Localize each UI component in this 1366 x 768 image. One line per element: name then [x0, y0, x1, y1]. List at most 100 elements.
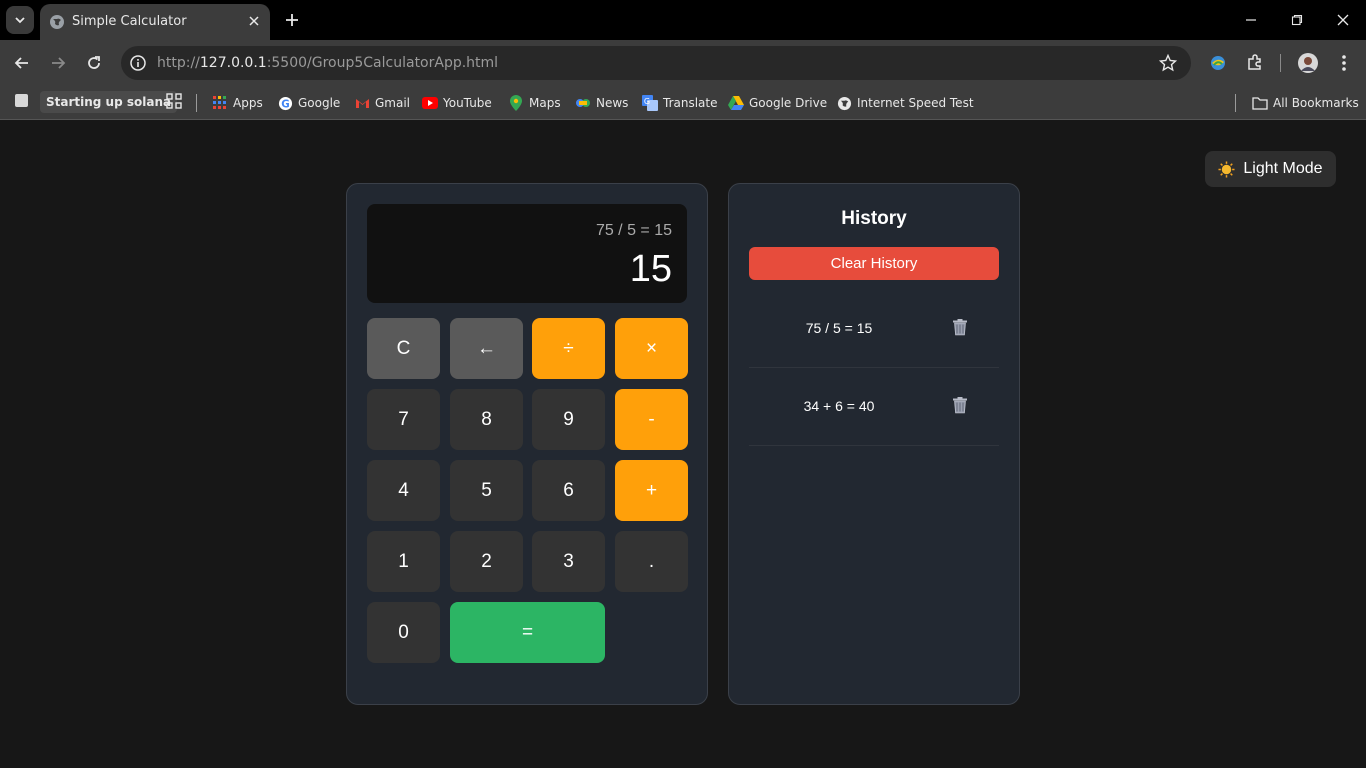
divide-button[interactable]: ÷ [532, 318, 605, 379]
digit-7-button[interactable]: 7 [367, 389, 440, 450]
bookmark-label: Translate [663, 96, 718, 110]
info-icon[interactable] [129, 54, 147, 72]
add-button[interactable]: + [615, 460, 688, 521]
more-vertical-icon [1342, 55, 1346, 71]
google-drive-icon [728, 95, 744, 111]
close-icon [1337, 14, 1349, 26]
bookmark-google[interactable]: G Google [277, 92, 340, 114]
new-tab-button[interactable] [283, 11, 301, 29]
close-window-button[interactable] [1334, 11, 1352, 29]
restore-button[interactable] [1288, 11, 1306, 29]
bookmark-label: Internet Speed Test [857, 96, 974, 110]
calculator-display: 75 / 5 = 15 15 [367, 204, 687, 303]
history-item[interactable]: 75 / 5 = 15 [749, 290, 999, 368]
history-item[interactable]: 34 + 6 = 40 [749, 368, 999, 446]
tab-bar: Simple Calculator [0, 0, 1366, 40]
profile-button[interactable] [1297, 52, 1319, 74]
bookmark-label: Google Drive [749, 96, 828, 110]
trash-icon[interactable] [951, 318, 969, 336]
history-panel: History Clear History 75 / 5 = 15 34 + 6… [728, 183, 1020, 705]
chevron-down-icon [15, 17, 25, 24]
extension-globe-icon [1211, 56, 1225, 70]
url-host: 127.0.0.1 [199, 55, 267, 71]
light-mode-button[interactable]: Light Mode [1205, 151, 1336, 187]
bookmark-separator [196, 94, 197, 112]
youtube-icon [422, 95, 438, 111]
globe-icon [836, 95, 852, 111]
apps-grid-icon[interactable] [166, 93, 182, 109]
back-button[interactable] [11, 52, 33, 74]
all-bookmarks-button[interactable]: All Bookmarks [1252, 92, 1359, 114]
mode-button-label: Light Mode [1243, 160, 1323, 177]
svg-text:G: G [281, 98, 289, 110]
arrow-left-icon [14, 57, 28, 69]
gmail-icon [354, 95, 370, 111]
bookmark-label: Gmail [375, 96, 411, 110]
page-content: Light Mode 75 / 5 = 15 15 C ← ÷ × 7 8 9 … [0, 121, 1366, 768]
digit-4-button[interactable]: 4 [367, 460, 440, 521]
history-entry-text: 75 / 5 = 15 [805, 320, 873, 336]
subtract-button[interactable]: - [615, 389, 688, 450]
digit-8-button[interactable]: 8 [450, 389, 523, 450]
bookmark-chip[interactable]: Starting up solana [40, 91, 178, 113]
extensions-menu-button[interactable] [1244, 52, 1266, 74]
digit-0-button[interactable]: 0 [367, 602, 440, 663]
browser-toolbar: http://127.0.0.1:5500/Group5CalculatorAp… [0, 40, 1366, 86]
backspace-button[interactable]: ← [450, 318, 523, 379]
url-text[interactable]: http://127.0.0.1:5500/Group5CalculatorAp… [157, 55, 498, 71]
tab-search-button[interactable] [6, 6, 34, 34]
globe-icon [50, 15, 64, 29]
tab-close-button[interactable] [246, 13, 262, 29]
display-expression: 75 / 5 = 15 [595, 222, 672, 239]
bookmark-internet-speed-test[interactable]: Internet Speed Test [836, 92, 974, 114]
address-bar[interactable]: http://127.0.0.1:5500/Group5CalculatorAp… [121, 46, 1191, 80]
sun-icon [1218, 160, 1235, 178]
avatar [1298, 53, 1318, 73]
digit-3-button[interactable]: 3 [532, 531, 605, 592]
multiply-button[interactable]: × [615, 318, 688, 379]
active-tab[interactable]: Simple Calculator [40, 4, 270, 40]
browser-menu-button[interactable] [1333, 52, 1355, 74]
trash-icon[interactable] [951, 396, 969, 414]
bookmark-maps[interactable]: Maps [508, 92, 561, 114]
bookmark-translate[interactable]: G Translate [642, 92, 718, 114]
bookmark-news[interactable]: News [575, 92, 628, 114]
bookmarks-bar: Starting up solana Apps G Google Gmail Y… [0, 86, 1366, 120]
history-title: History [841, 208, 907, 229]
star-icon[interactable] [1159, 54, 1177, 72]
translate-icon: G [642, 95, 658, 111]
bookmark-youtube[interactable]: YouTube [422, 92, 492, 114]
forward-button[interactable] [47, 52, 69, 74]
display-value: 15 [629, 248, 672, 290]
digit-6-button[interactable]: 6 [532, 460, 605, 521]
maps-pin-icon [508, 95, 524, 111]
decimal-button[interactable]: . [615, 531, 688, 592]
toolbar-separator [1280, 54, 1281, 72]
clear-button[interactable]: C [367, 318, 440, 379]
reload-button[interactable] [83, 52, 105, 74]
puzzle-icon [1248, 54, 1261, 70]
news-icon [575, 95, 591, 111]
bookmark-google-drive[interactable]: Google Drive [728, 92, 827, 114]
history-entry-text: 34 + 6 = 40 [803, 398, 875, 414]
plus-icon [286, 14, 298, 26]
equals-button[interactable]: = [450, 602, 605, 663]
bookmark-separator [1235, 94, 1236, 112]
bookmark-apps[interactable]: Apps [212, 92, 263, 114]
bookmark-label: YouTube [443, 96, 492, 110]
digit-1-button[interactable]: 1 [367, 531, 440, 592]
calculator-panel: 75 / 5 = 15 15 C ← ÷ × 7 8 9 - 4 5 6 + 1… [346, 183, 708, 705]
tab-title: Simple Calculator [72, 14, 187, 29]
digit-5-button[interactable]: 5 [450, 460, 523, 521]
clear-history-button[interactable]: Clear History [749, 247, 999, 280]
square-icon [15, 94, 28, 107]
extension-button[interactable] [1207, 52, 1229, 74]
reload-icon [88, 56, 100, 69]
digit-2-button[interactable]: 2 [450, 531, 523, 592]
url-scheme: http:// [157, 55, 200, 71]
bookmark-label: Apps [233, 96, 263, 110]
close-icon [249, 16, 259, 26]
minimize-button[interactable] [1242, 11, 1260, 29]
digit-9-button[interactable]: 9 [532, 389, 605, 450]
bookmark-gmail[interactable]: Gmail [354, 92, 410, 114]
